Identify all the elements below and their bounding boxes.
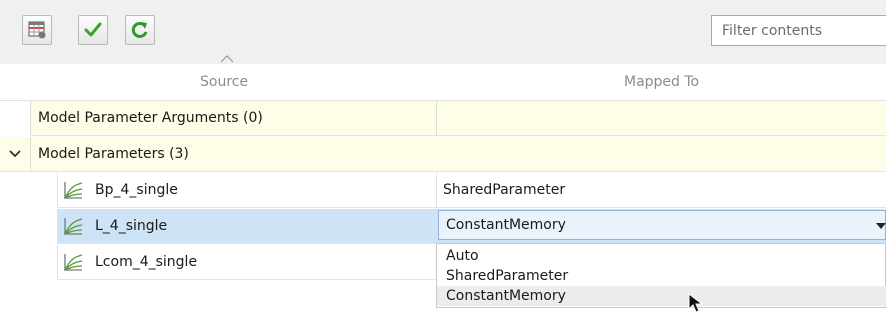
parameter-icon bbox=[64, 254, 83, 271]
table-row[interactable]: Bp_4_single SharedParameter bbox=[57, 173, 886, 208]
refresh-button[interactable] bbox=[125, 15, 155, 45]
dropdown-option-auto[interactable]: Auto bbox=[446, 246, 882, 266]
filter-input[interactable] bbox=[711, 15, 886, 46]
cell-divider bbox=[436, 101, 437, 135]
cell-divider bbox=[30, 101, 31, 135]
dropdown-arrow-icon[interactable] bbox=[876, 223, 886, 229]
source-column-header[interactable]: Source bbox=[200, 74, 248, 90]
parameter-icon bbox=[64, 218, 83, 235]
parameter-name: L_4_single bbox=[95, 218, 168, 234]
dropdown-option-shared-parameter[interactable]: SharedParameter bbox=[446, 266, 882, 286]
parameter-icon bbox=[64, 182, 83, 199]
group-label: Model Parameter Arguments (0) bbox=[38, 110, 263, 126]
mapped-to-select[interactable]: ConstantMemory bbox=[438, 210, 886, 240]
group-row-model-parameter-arguments[interactable]: Model Parameter Arguments (0) bbox=[30, 101, 886, 136]
refresh-icon bbox=[131, 21, 148, 38]
column-header: Source Mapped To bbox=[0, 64, 886, 101]
table-settings-icon bbox=[28, 21, 46, 39]
parameter-name: Lcom_4_single bbox=[95, 254, 198, 270]
mapped-to-value[interactable]: SharedParameter bbox=[443, 182, 565, 198]
mapped-to-selected-value: ConstantMemory bbox=[446, 217, 566, 233]
mapped-to-column-header[interactable]: Mapped To bbox=[624, 74, 699, 90]
cell-divider bbox=[57, 173, 58, 207]
cell-divider bbox=[436, 173, 437, 207]
table-row[interactable]: Lcom_4_single bbox=[57, 245, 436, 280]
parameter-name: Bp_4_single bbox=[95, 182, 178, 198]
cell-divider bbox=[30, 137, 31, 171]
group-row-model-parameters[interactable]: Model Parameters (3) bbox=[0, 137, 886, 172]
toolbar bbox=[0, 0, 886, 64]
mapped-to-dropdown-list: Auto SharedParameter ConstantMemory bbox=[436, 243, 886, 308]
table-settings-button[interactable] bbox=[22, 15, 52, 45]
sort-ascending-icon[interactable] bbox=[220, 55, 234, 63]
group-label: Model Parameters (3) bbox=[38, 146, 189, 162]
dropdown-option-constant-memory[interactable]: ConstantMemory bbox=[437, 286, 886, 306]
cell-divider bbox=[57, 245, 58, 279]
chevron-down-icon[interactable] bbox=[9, 149, 21, 159]
check-icon bbox=[84, 22, 102, 37]
apply-button[interactable] bbox=[78, 15, 108, 45]
mouse-pointer-icon bbox=[688, 293, 704, 313]
